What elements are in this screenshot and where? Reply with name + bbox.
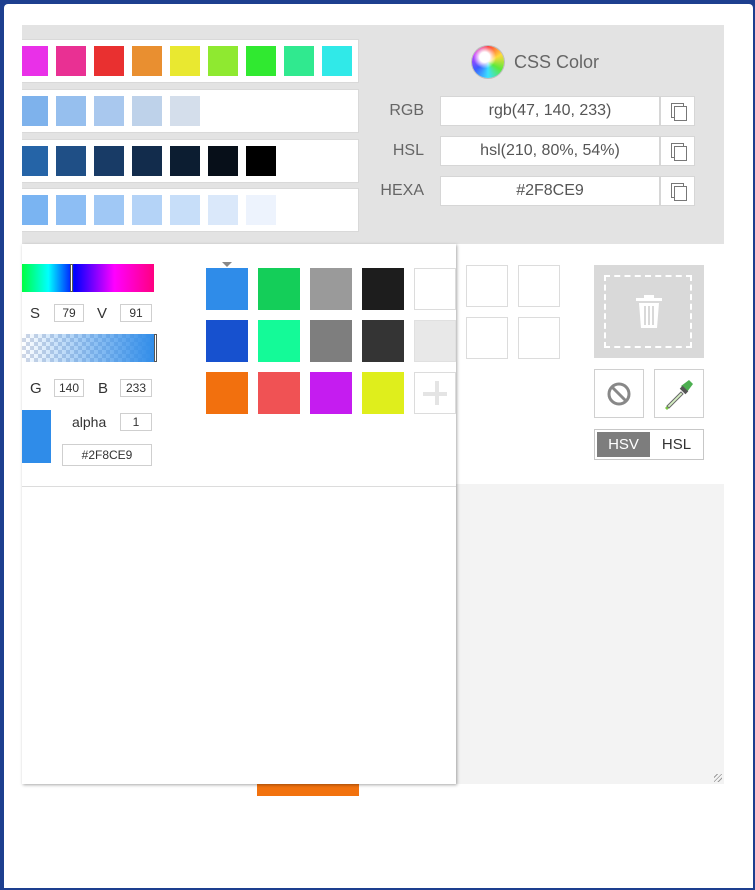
color-swatch[interactable] [284, 46, 314, 76]
hue-slider[interactable] [22, 264, 154, 292]
copy-rgb-button[interactable] [660, 96, 695, 126]
hsv-mode-button[interactable]: HSV [597, 432, 650, 457]
palette-swatch[interactable] [258, 268, 300, 310]
color-swatch[interactable] [94, 96, 124, 126]
b-label: B [98, 380, 109, 397]
color-swatch[interactable] [22, 96, 48, 126]
color-swatch[interactable] [22, 46, 48, 76]
copy-icon [670, 103, 687, 121]
palette-swatch[interactable] [206, 268, 248, 310]
eyedropper-icon [665, 380, 693, 410]
color-swatch[interactable] [208, 195, 238, 225]
b-input[interactable]: 233 [120, 379, 152, 397]
palette-swatch[interactable] [206, 320, 248, 362]
color-swatch[interactable] [170, 146, 200, 176]
color-picker-popup: S 79 V 91 G 140 B 233 alpha 1 #2F8CE9 [22, 244, 456, 784]
palette-swatch[interactable] [206, 372, 248, 414]
divider [22, 486, 456, 487]
swatch-row-4 [22, 188, 359, 232]
color-swatch[interactable] [322, 46, 352, 76]
palette-swatch[interactable] [362, 268, 404, 310]
g-label: G [30, 380, 42, 397]
color-swatch[interactable] [132, 146, 162, 176]
palette-empty-slot[interactable] [518, 265, 560, 307]
alpha-label: alpha [72, 414, 107, 430]
palette-swatch[interactable] [258, 372, 300, 414]
mode-toggle: HSV HSL [594, 429, 704, 460]
palette-swatch[interactable] [310, 372, 352, 414]
v-input[interactable]: 91 [120, 304, 152, 322]
palette-empty-slot[interactable] [466, 265, 508, 307]
hsl-label: HSL [392, 142, 424, 159]
g-input[interactable]: 140 [54, 379, 84, 397]
color-swatch[interactable] [132, 96, 162, 126]
hex-input[interactable]: #2F8CE9 [62, 444, 152, 466]
color-swatch[interactable] [132, 46, 162, 76]
hue-slider-thumb[interactable] [70, 264, 73, 292]
color-swatch[interactable] [56, 46, 86, 76]
copy-hsl-button[interactable] [660, 136, 695, 166]
palette-swatch[interactable] [362, 372, 404, 414]
copy-hexa-button[interactable] [660, 176, 695, 206]
copy-icon [670, 183, 687, 201]
rgb-label: RGB [389, 102, 424, 119]
palette-empty-slot[interactable] [518, 317, 560, 359]
alpha-slider[interactable] [22, 334, 156, 362]
swatch-row-2 [22, 89, 359, 133]
current-color-preview [22, 410, 51, 463]
swatch-row-1 [22, 39, 359, 83]
hexa-label: HEXA [380, 182, 424, 199]
color-swatch[interactable] [246, 46, 276, 76]
color-swatch[interactable] [170, 46, 200, 76]
palette-swatch[interactable] [362, 320, 404, 362]
palette-swatch[interactable] [258, 320, 300, 362]
hsl-field[interactable]: hsl(210, 80%, 54%) [440, 136, 660, 166]
color-swatch[interactable] [246, 195, 276, 225]
color-swatch[interactable] [94, 146, 124, 176]
css-color-title: CSS Color [514, 51, 600, 72]
color-swatch[interactable] [22, 195, 48, 225]
palette-empty-slot[interactable] [466, 317, 508, 359]
rgb-field[interactable]: rgb(47, 140, 233) [440, 96, 660, 126]
trash-icon [636, 295, 662, 328]
add-swatch-button[interactable] [414, 372, 456, 414]
palette-swatch[interactable] [414, 320, 456, 362]
resize-grip[interactable] [714, 774, 722, 782]
color-wheel-icon [472, 46, 504, 78]
alpha-slider-thumb[interactable] [154, 334, 157, 362]
color-swatch[interactable] [246, 146, 276, 176]
app-window: CSS Color RGB rgb(47, 140, 233) HSL hsl(… [4, 4, 753, 888]
clear-color-button[interactable] [594, 369, 644, 418]
v-label: V [97, 305, 108, 322]
color-swatch[interactable] [208, 146, 238, 176]
palette-swatch[interactable] [310, 268, 352, 310]
hsl-mode-button[interactable]: HSL [650, 430, 703, 459]
color-swatch[interactable] [56, 195, 86, 225]
alpha-input[interactable]: 1 [120, 413, 152, 431]
eyedropper-button[interactable] [654, 369, 704, 418]
color-swatch[interactable] [94, 46, 124, 76]
palette-swatch[interactable] [310, 320, 352, 362]
hexa-field[interactable]: #2F8CE9 [440, 176, 660, 206]
color-swatch[interactable] [56, 96, 86, 126]
color-swatch[interactable] [56, 146, 86, 176]
trash-dropzone[interactable] [594, 265, 704, 358]
css-color-header: CSS Color [472, 44, 599, 80]
color-swatch[interactable] [22, 146, 48, 176]
selected-swatch-marker [222, 262, 232, 267]
color-swatch[interactable] [170, 96, 200, 126]
s-label: S [30, 305, 41, 322]
copy-icon [670, 143, 687, 161]
palette-empty-slot[interactable] [414, 268, 456, 310]
s-input[interactable]: 79 [54, 304, 84, 322]
swatch-row-3 [22, 139, 359, 183]
color-swatch[interactable] [132, 195, 162, 225]
no-color-icon [607, 382, 631, 406]
color-swatch[interactable] [170, 195, 200, 225]
color-swatch[interactable] [94, 195, 124, 225]
color-swatch[interactable] [208, 46, 238, 76]
